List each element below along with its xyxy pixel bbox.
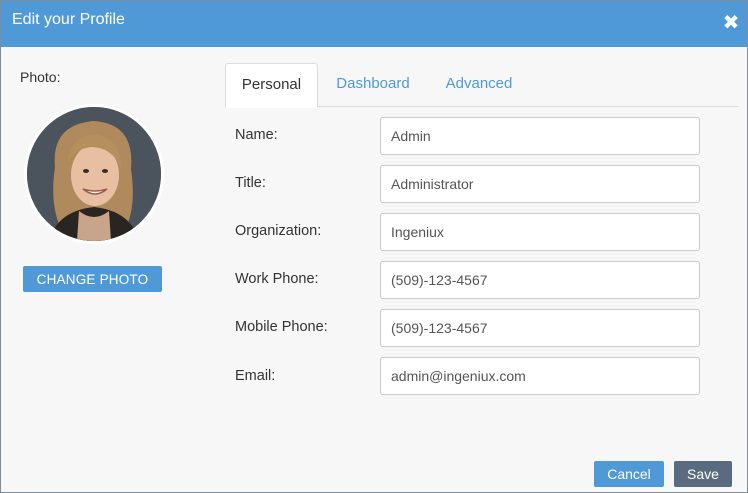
photo-label: Photo:	[20, 69, 61, 85]
name-field[interactable]	[380, 117, 700, 155]
avatar	[24, 104, 164, 244]
tab-dashboard[interactable]: Dashboard	[328, 63, 418, 107]
organization-label: Organization:	[235, 223, 322, 239]
edit-profile-dialog: Edit your Profile ✖ Photo: CHANGE PHOTO …	[0, 0, 748, 493]
email-field[interactable]	[380, 357, 700, 395]
work-phone-field[interactable]	[380, 261, 700, 299]
save-button[interactable]: Save	[674, 461, 732, 487]
work-phone-label: Work Phone:	[235, 271, 319, 287]
cancel-button[interactable]: Cancel	[594, 461, 664, 487]
close-icon[interactable]: ✖	[721, 12, 741, 34]
change-photo-button[interactable]: CHANGE PHOTO	[23, 266, 162, 292]
dialog-title: Edit your Profile	[12, 11, 125, 28]
profile-tabs: Personal Dashboard Advanced	[225, 63, 739, 108]
tab-personal[interactable]: Personal	[225, 63, 318, 108]
organization-field[interactable]	[380, 213, 700, 251]
email-label: Email:	[235, 368, 276, 384]
mobile-phone-field[interactable]	[380, 309, 700, 347]
dialog-titlebar: Edit your Profile ✖	[1, 1, 747, 47]
title-label: Title:	[235, 175, 266, 191]
tab-advanced[interactable]: Advanced	[437, 63, 521, 107]
name-label: Name:	[235, 127, 278, 143]
title-field[interactable]	[380, 165, 700, 203]
mobile-phone-label: Mobile Phone:	[235, 319, 328, 335]
